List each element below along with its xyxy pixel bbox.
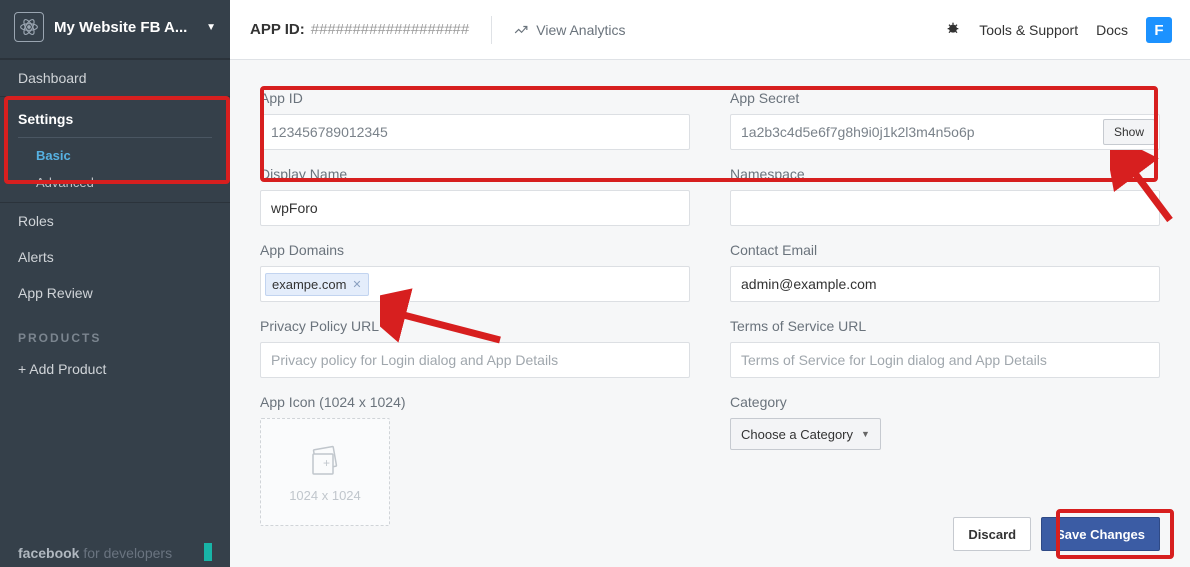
label-category: Category [730, 394, 1160, 410]
input-app-secret[interactable] [730, 114, 1160, 150]
divider [491, 16, 492, 44]
input-tos-url[interactable] [730, 342, 1160, 378]
input-app-domains[interactable]: exampe.com ✕ [260, 266, 690, 302]
sidebar: My Website FB A... ▼ Dashboard Settings … [0, 0, 230, 567]
category-dropdown[interactable]: Choose a Category ▼ [730, 418, 881, 450]
category-selected: Choose a Category [741, 427, 853, 442]
appid-label: APP ID: [250, 21, 305, 38]
appid-value: ################### [311, 21, 470, 38]
domain-chip[interactable]: exampe.com ✕ [265, 273, 369, 296]
sidebar-item-app-review[interactable]: App Review [0, 275, 230, 311]
sidebar-sub-basic[interactable]: Basic [0, 142, 230, 169]
sidebar-add-product[interactable]: + Add Product [0, 351, 230, 387]
footer-brand-rest: for developers [79, 545, 172, 561]
app-icon-upload[interactable]: + 1024 x 1024 [260, 418, 390, 526]
label-display-name: Display Name [260, 166, 690, 182]
label-app-id: App ID [260, 90, 690, 106]
sidebar-header[interactable]: My Website FB A... ▼ [0, 0, 230, 60]
input-contact-email[interactable] [730, 266, 1160, 302]
show-secret-button[interactable]: Show [1103, 119, 1155, 145]
chevron-down-icon: ▼ [861, 429, 870, 439]
label-app-secret: App Secret [730, 90, 1160, 106]
label-app-domains: App Domains [260, 242, 690, 258]
label-tos-url: Terms of Service URL [730, 318, 1160, 334]
topbar: APP ID: ################### View Analyti… [230, 0, 1190, 60]
sidebar-item-alerts[interactable]: Alerts [0, 239, 230, 275]
avatar[interactable]: F [1146, 17, 1172, 43]
view-analytics-link[interactable]: View Analytics [514, 22, 625, 38]
input-namespace[interactable] [730, 190, 1160, 226]
main-content: App ID App Secret Show Display Name Name… [230, 60, 1190, 567]
analytics-icon [514, 23, 528, 37]
input-display-name[interactable] [260, 190, 690, 226]
footer-accent [204, 543, 212, 561]
chip-remove-icon[interactable]: ✕ [352, 278, 361, 291]
image-placeholder-icon: + [305, 442, 345, 482]
app-name-label: My Website FB A... [54, 19, 200, 36]
view-analytics-label: View Analytics [536, 22, 625, 38]
app-icon-hint: 1024 x 1024 [289, 488, 361, 503]
label-privacy-url: Privacy Policy URL [260, 318, 690, 334]
input-app-id[interactable] [260, 114, 690, 150]
caret-down-icon: ▼ [206, 22, 216, 33]
app-atom-icon [14, 12, 44, 42]
bottom-action-bar: Discard Save Changes [953, 517, 1160, 551]
footer-brand: facebook for developers [18, 545, 172, 561]
footer-brand-fb: facebook [18, 545, 79, 561]
svg-text:+: + [323, 456, 330, 470]
label-namespace: Namespace [730, 166, 1160, 182]
tools-support-link[interactable]: Tools & Support [979, 22, 1078, 38]
label-app-icon: App Icon (1024 x 1024) [260, 394, 690, 410]
save-changes-button[interactable]: Save Changes [1041, 517, 1160, 551]
bug-icon[interactable] [945, 20, 961, 41]
sidebar-item-dashboard[interactable]: Dashboard [0, 60, 230, 96]
sidebar-item-roles[interactable]: Roles [0, 203, 230, 239]
domain-chip-text: exampe.com [272, 277, 346, 292]
sidebar-sub-advanced[interactable]: Advanced [0, 169, 230, 196]
products-heading: PRODUCTS [0, 311, 230, 351]
sidebar-item-settings[interactable]: Settings [0, 96, 230, 137]
label-contact-email: Contact Email [730, 242, 1160, 258]
discard-button[interactable]: Discard [953, 517, 1031, 551]
docs-link[interactable]: Docs [1096, 22, 1128, 38]
input-privacy-url[interactable] [260, 342, 690, 378]
avatar-letter: F [1154, 22, 1163, 39]
